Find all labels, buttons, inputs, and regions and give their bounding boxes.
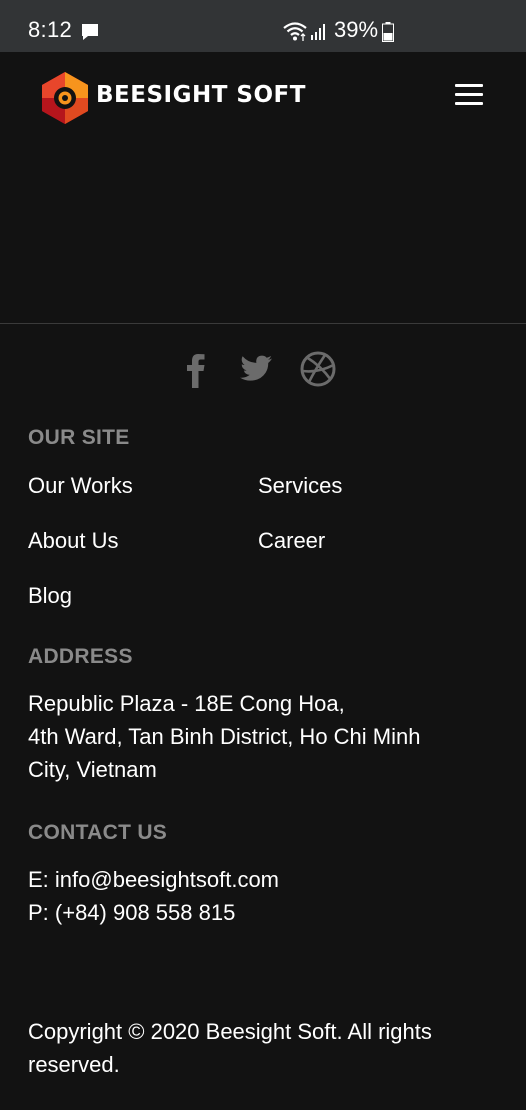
hamburger-menu-button[interactable] xyxy=(452,82,486,108)
address-text: Republic Plaza - 18E Cong Hoa, 4th Ward,… xyxy=(28,687,488,786)
services-link[interactable]: Services xyxy=(258,473,342,499)
address-line: 4th Ward, Tan Binh District, Ho Chi Minh xyxy=(28,724,421,749)
contact-phone[interactable]: P: (+84) 908 558 815 xyxy=(28,896,488,929)
menu-line xyxy=(455,102,483,105)
battery-icon xyxy=(382,22,394,42)
blog-link[interactable]: Blog xyxy=(28,583,72,609)
signal-icon xyxy=(311,24,325,40)
address-heading: ADDRESS xyxy=(28,645,133,668)
footer-divider xyxy=(0,323,526,324)
about-us-link[interactable]: About Us xyxy=(28,528,119,554)
our-site-heading: OUR SITE xyxy=(28,426,130,449)
social-links xyxy=(0,348,526,392)
logo-icon[interactable] xyxy=(38,70,92,126)
career-link[interactable]: Career xyxy=(258,528,325,554)
twitter-icon[interactable] xyxy=(238,348,274,390)
brand-name[interactable]: BEESIGHT SOFT xyxy=(96,82,306,108)
facebook-icon[interactable] xyxy=(180,348,208,390)
copyright-line: reserved. xyxy=(28,1052,120,1077)
message-icon xyxy=(82,24,98,40)
status-bar: 8:12 39% xyxy=(0,0,526,52)
address-line: Republic Plaza - 18E Cong Hoa, xyxy=(28,691,345,716)
status-time: 8:12 xyxy=(28,17,73,42)
copyright-line: Copyright © 2020 Beesight Soft. All righ… xyxy=(28,1019,432,1044)
contact-heading: CONTACT US xyxy=(28,821,168,844)
address-line: City, Vietnam xyxy=(28,757,157,782)
contact-email[interactable]: E: info@beesightsoft.com xyxy=(28,863,488,896)
site-header: BEESIGHT SOFT xyxy=(0,52,526,140)
copyright-text: Copyright © 2020 Beesight Soft. All righ… xyxy=(28,1015,488,1081)
wifi-icon xyxy=(283,22,307,41)
menu-line xyxy=(455,93,483,96)
dribbble-icon[interactable] xyxy=(299,348,337,390)
menu-line xyxy=(455,84,483,87)
our-works-link[interactable]: Our Works xyxy=(28,473,133,499)
battery-percentage: 39% xyxy=(334,17,379,42)
contact-details: E: info@beesightsoft.com P: (+84) 908 55… xyxy=(28,863,488,929)
